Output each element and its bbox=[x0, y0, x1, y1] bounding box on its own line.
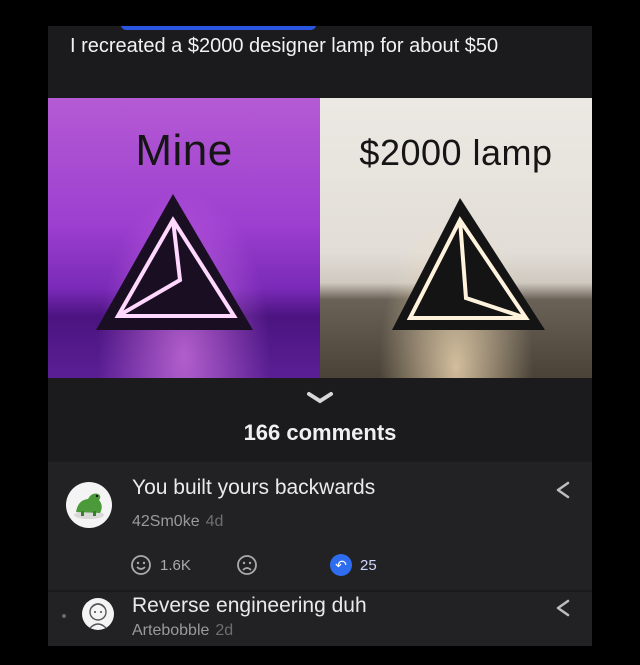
replies-button[interactable]: ↶ 25 bbox=[330, 554, 377, 576]
post-image[interactable]: Mine $2000 lamp bbox=[48, 98, 592, 378]
comment-text: Reverse engineering duh bbox=[132, 594, 367, 617]
reply-count: 25 bbox=[360, 556, 377, 574]
downvote-button[interactable] bbox=[236, 554, 258, 576]
sketch-face-avatar-icon bbox=[89, 603, 107, 629]
comment-author[interactable]: 42Sm0ke bbox=[132, 513, 200, 530]
comment-meta: 42Sm0ke 4d bbox=[132, 513, 223, 531]
upvote-button[interactable]: 1.6K bbox=[130, 554, 191, 576]
top-accent-bar bbox=[121, 26, 316, 30]
chevron-down-icon[interactable] bbox=[306, 390, 334, 406]
comment-age: 4d bbox=[205, 513, 224, 530]
avatar[interactable] bbox=[66, 482, 112, 528]
comment-author[interactable]: Artebobble bbox=[132, 622, 209, 639]
smile-icon bbox=[131, 555, 151, 575]
image-right-panel: $2000 lamp bbox=[320, 98, 592, 378]
post-container: I recreated a $2000 designer lamp for ab… bbox=[48, 26, 592, 646]
post-title[interactable]: I recreated a $2000 designer lamp for ab… bbox=[70, 33, 570, 60]
upvote-count: 1.6K bbox=[160, 556, 191, 574]
comment-item[interactable]: You built yours backwards 42Sm0ke 4d 1.6K… bbox=[48, 462, 592, 590]
comment-age: 2d bbox=[215, 622, 234, 639]
reply-arrow-icon[interactable] bbox=[552, 480, 574, 500]
comment-meta: Artebobble 2d bbox=[132, 622, 233, 640]
image-label-designer: $2000 lamp bbox=[359, 132, 553, 173]
comment-item[interactable]: Reverse engineering duh Artebobble 2d bbox=[48, 592, 592, 646]
frown-icon bbox=[237, 555, 257, 575]
dinosaur-avatar-icon bbox=[74, 493, 104, 519]
avatar[interactable] bbox=[82, 598, 114, 630]
reply-bubble-icon: ↶ bbox=[330, 554, 352, 576]
image-label-mine: Mine bbox=[135, 126, 233, 175]
comment-text: You built yours backwards bbox=[132, 476, 376, 499]
comments-count[interactable]: 166 comments bbox=[48, 420, 592, 446]
reply-arrow-icon[interactable] bbox=[552, 598, 574, 618]
image-left-panel: Mine bbox=[48, 98, 320, 378]
thread-indent-dot bbox=[62, 614, 66, 618]
